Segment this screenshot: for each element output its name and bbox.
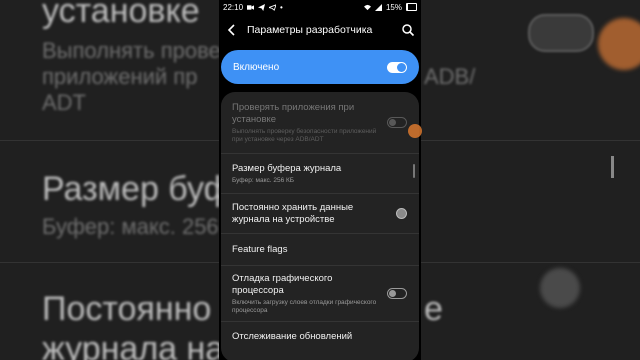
setting-title: Отслеживание обновлений bbox=[232, 331, 353, 342]
video-icon bbox=[247, 4, 255, 10]
gpu-debug-toggle[interactable] bbox=[387, 288, 407, 299]
setting-title: Отладка графического процессора bbox=[232, 272, 333, 296]
setting-title: Проверять приложения при установке bbox=[232, 101, 355, 125]
send-icon bbox=[258, 3, 266, 11]
touch-indicator-orange bbox=[408, 124, 422, 138]
dot-icon: • bbox=[280, 2, 283, 12]
bg-scroll-indicator bbox=[611, 156, 614, 178]
master-switch-bar[interactable]: Включено bbox=[221, 50, 419, 84]
switch-knob bbox=[389, 119, 396, 126]
bg-sub-right: ADB/ bbox=[424, 64, 476, 89]
setting-persist-logs[interactable]: Постоянно хранить данные журнала на устр… bbox=[221, 194, 419, 234]
settings-list: Проверять приложения при установке Выпол… bbox=[221, 92, 419, 360]
master-switch-label: Включено bbox=[233, 61, 280, 73]
search-icon[interactable] bbox=[401, 23, 415, 37]
bg-toggle bbox=[528, 14, 594, 52]
app-bar: Параметры разработчика bbox=[219, 14, 421, 46]
signal-icon bbox=[374, 3, 382, 11]
bg-touch-indicator bbox=[598, 18, 640, 70]
setting-update-tracking[interactable]: Отслеживание обновлений bbox=[221, 322, 419, 352]
setting-gpu-debug[interactable]: Отладка графического процессора Включить… bbox=[221, 266, 419, 322]
page-title: Параметры разработчика bbox=[247, 24, 373, 36]
status-time: 22:10 bbox=[223, 2, 244, 12]
battery-icon bbox=[406, 3, 417, 11]
bg-sub-line-2: приложений пр bbox=[42, 64, 198, 89]
bg-section1-sub: Буфер: макс. 256 bbox=[42, 214, 219, 239]
setting-title: Размер буфера журнала bbox=[232, 162, 342, 174]
bg-section2-title-right: е bbox=[424, 290, 443, 328]
bg-section2-title-a: Постоянно bbox=[42, 290, 212, 328]
wifi-icon bbox=[363, 4, 371, 10]
scroll-indicator[interactable] bbox=[413, 164, 415, 178]
setting-subtitle: Выполнять проверку безопасности приложен… bbox=[232, 127, 377, 143]
setting-feature-flags[interactable]: Feature flags bbox=[221, 234, 419, 266]
bg-sub-line-1: Выполнять провер bbox=[42, 38, 233, 63]
setting-verify-apps[interactable]: Проверять приложения при установке Выпол… bbox=[221, 92, 419, 154]
setting-title: Постоянно хранить данные журнала на устр… bbox=[232, 201, 354, 225]
bg-sub-line-3: ADT bbox=[42, 90, 86, 115]
bg-section2-title-b: журнала на bbox=[42, 330, 225, 360]
switch-knob bbox=[397, 62, 406, 72]
touch-indicator-dot bbox=[396, 208, 407, 219]
bg-touch-dot bbox=[540, 268, 580, 308]
setting-subtitle: Буфер: макс. 256 КБ bbox=[232, 176, 295, 184]
status-bar: 22:10 • 15% bbox=[219, 0, 421, 14]
verify-apps-toggle[interactable] bbox=[387, 117, 407, 128]
setting-subtitle: Включить загрузку слоев отладки графичес… bbox=[232, 298, 377, 314]
setting-log-buffer-size[interactable]: Размер буфера журнала Буфер: макс. 256 К… bbox=[221, 154, 419, 194]
setting-title: Feature flags bbox=[232, 243, 288, 255]
switch-knob bbox=[389, 290, 396, 297]
battery-percent: 15% bbox=[385, 2, 402, 12]
bg-title-top: установке bbox=[42, 0, 200, 30]
phone-screen: 22:10 • 15% Параметры разработчика Включ… bbox=[219, 0, 421, 360]
telegram-icon bbox=[269, 3, 277, 11]
back-arrow-icon[interactable] bbox=[225, 23, 239, 37]
master-toggle-switch[interactable] bbox=[387, 61, 407, 73]
